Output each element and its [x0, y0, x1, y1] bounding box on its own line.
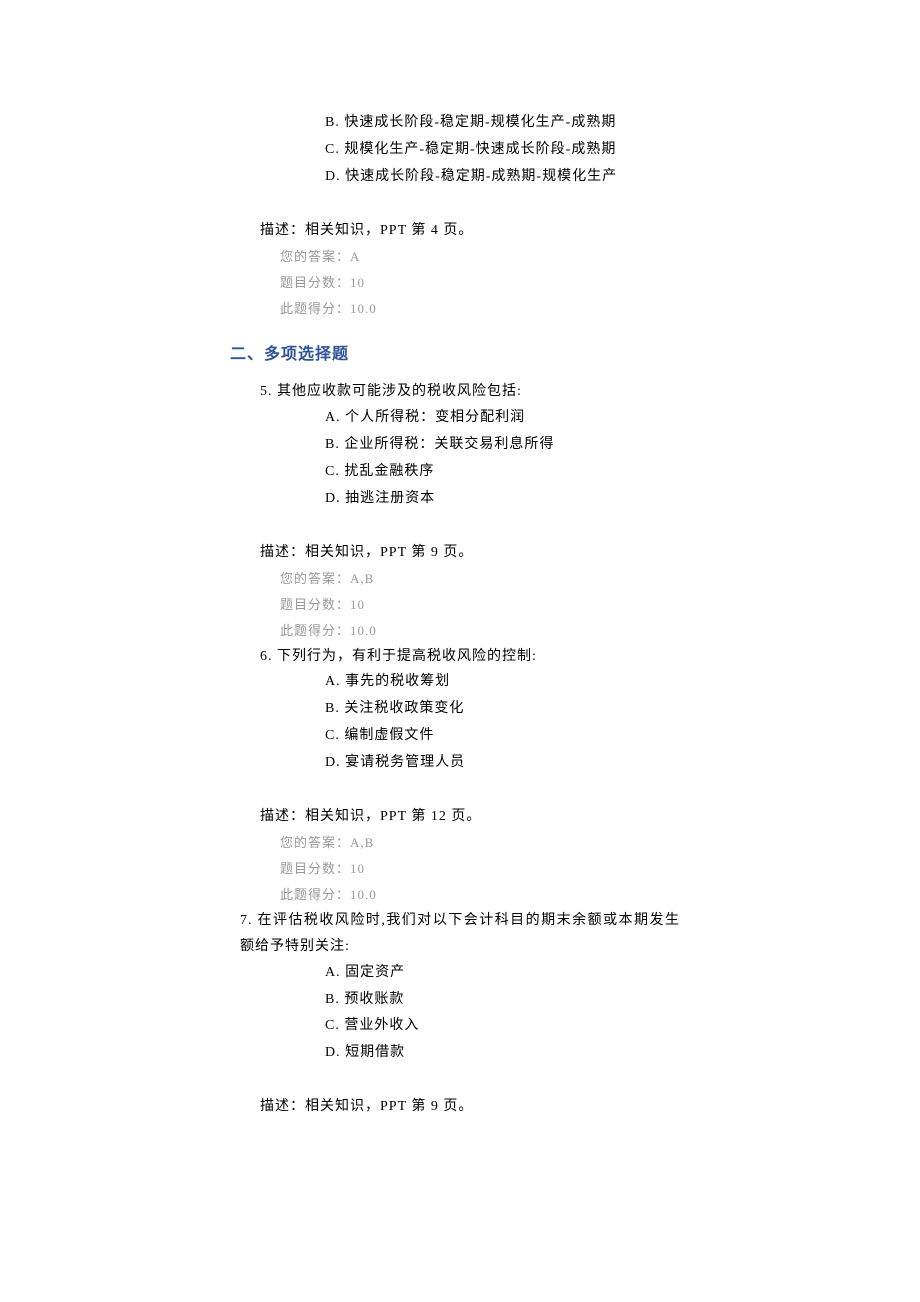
q4-option-b: B. 快速成长阶段-稳定期-规模化生产-成熟期	[325, 110, 920, 136]
q7-stem-line1: 7. 在评估税收风险时,我们对以下会计科目的期末余额或本期发生	[240, 908, 680, 934]
q7-options: A. 固定资产 B. 预收账款 C. 营业外收入 D. 短期借款	[325, 960, 920, 1067]
q6-option-a: A. 事先的税收筹划	[325, 669, 920, 695]
q4-score: 题目分数：10	[280, 270, 660, 296]
q7-description: 描述：相关知识，PPT 第 9 页。	[260, 1094, 660, 1120]
q7-option-c: C. 营业外收入	[325, 1013, 920, 1039]
q4-your-answer: 您的答案：A	[280, 244, 660, 270]
q7-option-a: A. 固定资产	[325, 960, 920, 986]
q6-option-c: C. 编制虚假文件	[325, 723, 920, 749]
q4-option-d: D. 快速成长阶段-稳定期-成熟期-规模化生产	[325, 164, 920, 190]
q7-option-d: D. 短期借款	[325, 1040, 920, 1066]
q4-description: 描述：相关知识，PPT 第 4 页。	[260, 218, 660, 244]
q5-score: 题目分数：10	[280, 592, 660, 618]
q6-score: 题目分数：10	[280, 856, 660, 882]
q6-option-b: B. 关注税收政策变化	[325, 696, 920, 722]
q5-stem: 5. 其他应收款可能涉及的税收风险包括:	[260, 379, 660, 405]
q6-got: 此题得分：10.0	[280, 882, 660, 908]
q7-option-b: B. 预收账款	[325, 987, 920, 1013]
q5-your-answer: 您的答案：A,B	[280, 566, 660, 592]
q7-stem-line2: 额给予特别关注:	[240, 934, 660, 960]
q5-option-a: A. 个人所得税：变相分配利润	[325, 405, 920, 431]
q6-option-d: D. 宴请税务管理人员	[325, 750, 920, 776]
q5-option-c: C. 扰乱金融秩序	[325, 459, 920, 485]
q5-got: 此题得分：10.0	[280, 618, 660, 644]
q6-description: 描述：相关知识，PPT 第 12 页。	[260, 804, 660, 830]
q6-your-answer: 您的答案：A,B	[280, 830, 660, 856]
q5-description: 描述：相关知识，PPT 第 9 页。	[260, 540, 660, 566]
q6-stem: 6. 下列行为，有利于提高税收风险的控制:	[260, 644, 660, 670]
q6-options: A. 事先的税收筹划 B. 关注税收政策变化 C. 编制虚假文件 D. 宴请税务…	[325, 669, 920, 776]
q5-option-b: B. 企业所得税：关联交易利息所得	[325, 432, 920, 458]
q4-option-c: C. 规模化生产-稳定期-快速成长阶段-成熟期	[325, 137, 920, 163]
section-2-heading: 二、多项选择题	[230, 340, 920, 370]
q5-options: A. 个人所得税：变相分配利润 B. 企业所得税：关联交易利息所得 C. 扰乱金…	[325, 405, 920, 512]
q5-option-d: D. 抽逃注册资本	[325, 486, 920, 512]
q4-got: 此题得分：10.0	[280, 296, 660, 322]
q4-options-partial: B. 快速成长阶段-稳定期-规模化生产-成熟期 C. 规模化生产-稳定期-快速成…	[325, 110, 920, 190]
